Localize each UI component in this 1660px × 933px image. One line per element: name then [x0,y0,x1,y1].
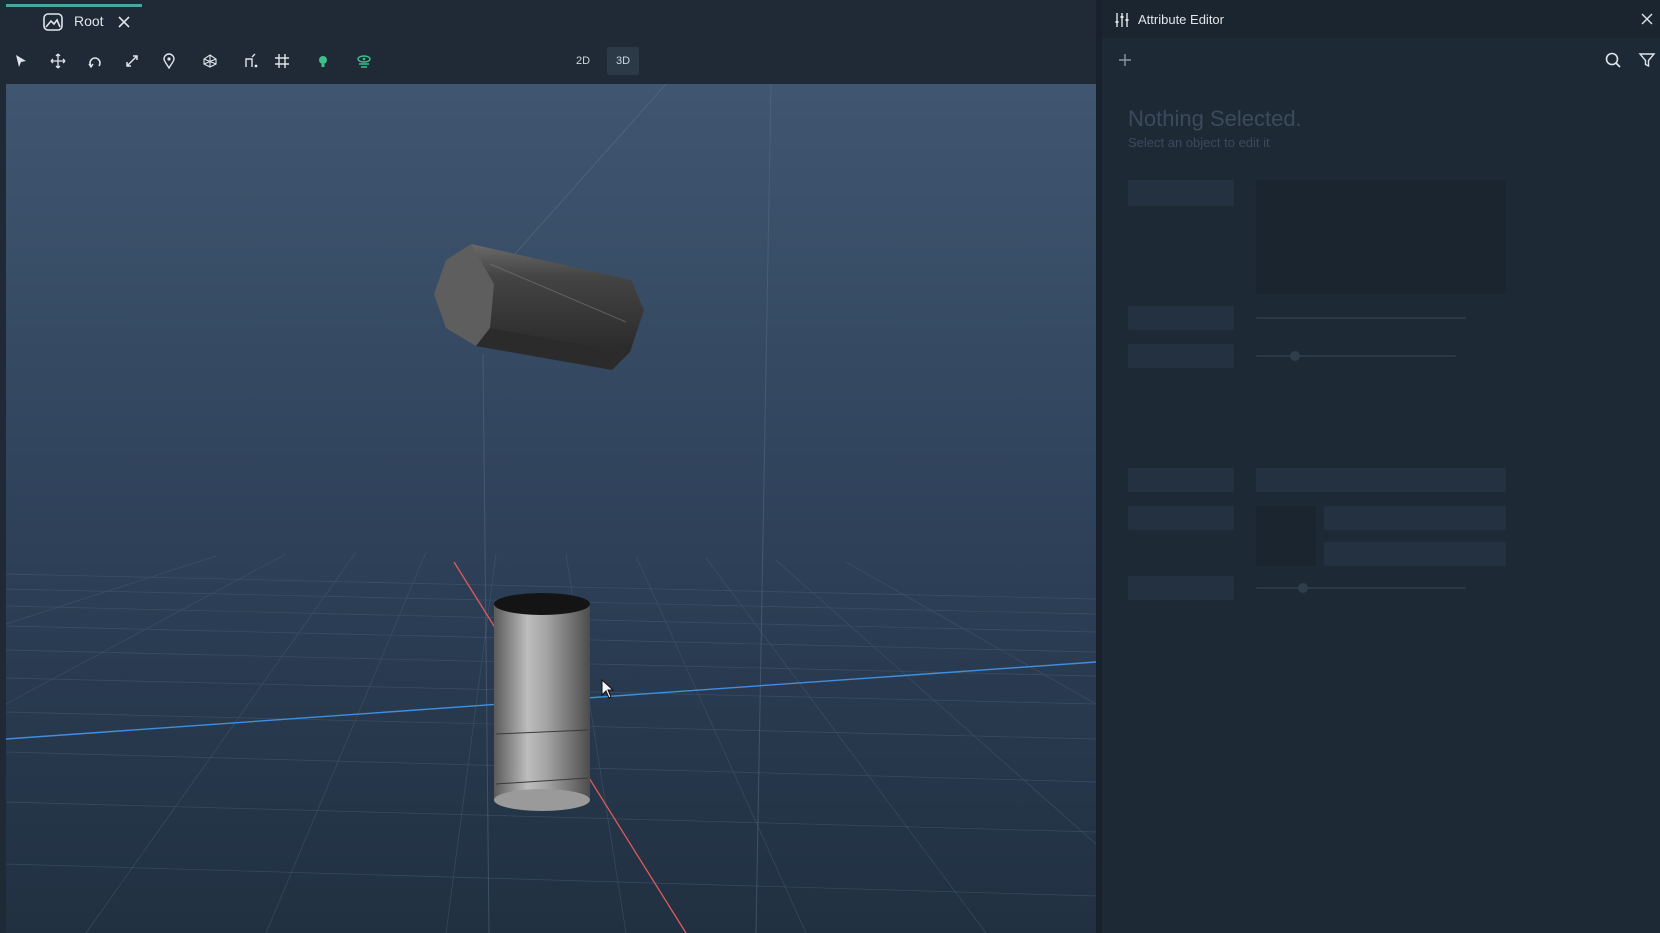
add-icon[interactable] [1116,51,1134,69]
attribute-editor-toolbar [1102,38,1660,82]
snap-icon[interactable] [240,50,262,72]
scene-canvas[interactable] [6,84,1096,933]
scene-icon [43,13,63,31]
filter-icon[interactable] [1638,51,1656,69]
select-arrow-icon[interactable] [10,50,32,72]
attribute-editor-header: Attribute Editor [1102,0,1660,38]
empty-state-subtitle: Select an object to edit it [1128,135,1270,150]
camera-view-icon[interactable] [353,50,375,72]
rotate-icon[interactable] [84,50,106,72]
attribute-editor-panel: Attribute Editor Nothing Selected. Selec… [1102,0,1660,933]
mode-3d-button[interactable]: 3D [607,47,639,75]
pin-icon[interactable] [158,50,180,72]
sliders-icon [1115,13,1129,27]
attribute-editor-title: Attribute Editor [1138,12,1224,27]
light-bulb-icon[interactable] [312,50,334,72]
move-icon[interactable] [47,50,69,72]
main-window: Root 2D 3D [0,0,1096,933]
3d-viewport[interactable] [6,84,1096,933]
close-icon[interactable] [1640,12,1654,26]
empty-state-title: Nothing Selected. [1128,106,1302,131]
grid-icon[interactable] [271,50,293,72]
viewport-toolbar: 2D 3D [0,38,1096,82]
scale-icon[interactable] [121,50,143,72]
tab-label: Root [74,13,104,29]
mouse-cursor-icon [601,679,615,699]
mode-2d-button[interactable]: 2D [567,47,599,75]
cylinder-object-standing[interactable] [494,593,590,811]
close-icon[interactable] [116,14,132,30]
tab-bar: Root [0,0,1096,38]
tab-root[interactable]: Root [6,4,142,38]
transform-gizmo-icon[interactable] [199,50,221,72]
search-icon[interactable] [1604,51,1622,69]
tab-active-indicator [6,4,142,7]
